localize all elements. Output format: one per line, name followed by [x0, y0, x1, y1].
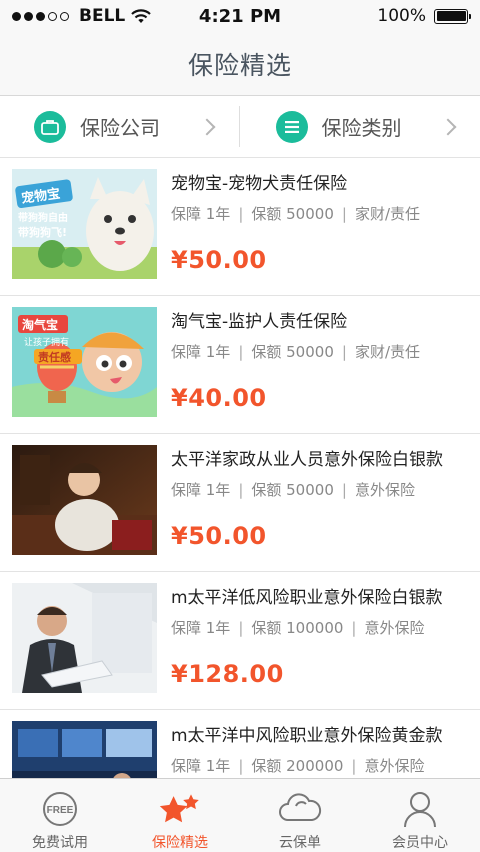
filter-bar: 保险公司 保险类别: [0, 96, 480, 158]
product-coverage: 保额 200000: [251, 757, 344, 775]
product-image-control-room: [12, 721, 157, 778]
product-meta: 保障 1年 | 保额 200000 | 意外保险: [171, 757, 425, 775]
product-image-pet-dog: 宠物宝 带狗狗自由 带狗狗飞!: [12, 169, 157, 279]
product-image-office-worker: [12, 583, 157, 693]
list-icon: [275, 110, 308, 143]
chevron-right-icon: [198, 118, 215, 135]
product-item[interactable]: m太平洋低风险职业意外保险白银款 保障 1年 | 保额 100000 | 意外保险 ¥1…: [0, 572, 480, 710]
image-caption: 让孩子拥有: [24, 336, 69, 348]
stars-icon: [158, 789, 202, 828]
product-price: ¥40.00: [171, 384, 267, 412]
product-category: 意外保险: [364, 757, 425, 775]
page-title: 保险精选: [187, 50, 292, 80]
status-right: 100%: [377, 6, 471, 26]
filter-insurance-company[interactable]: 保险公司: [0, 96, 239, 157]
product-meta: 保障 1年 | 保额 50000 | 家财/责任: [171, 205, 420, 223]
free-badge-text: FREE: [47, 805, 74, 816]
person-icon: [398, 789, 442, 828]
product-term: 保障 1年: [171, 619, 231, 637]
tab-label: 免费试用: [32, 835, 88, 851]
product-image-housekeeper: [12, 445, 157, 555]
product-price: ¥50.00: [171, 246, 267, 274]
product-price: ¥128.00: [171, 660, 284, 688]
nav-bar: 保险精选: [0, 32, 480, 96]
image-caption: 责任感: [38, 350, 71, 364]
battery-icon: [434, 8, 471, 24]
product-coverage: 保额 50000: [251, 481, 334, 499]
free-badge-icon: FREE: [38, 789, 82, 828]
cloud-icon: [278, 789, 322, 828]
signal-dots-icon: [12, 11, 69, 21]
status-bar: BELL 4:21 PM 100%: [0, 0, 480, 32]
filter-label: 保险公司: [80, 116, 160, 140]
product-coverage: 保额 50000: [251, 205, 334, 223]
tab-label: 保险精选: [152, 835, 208, 851]
product-term: 保障 1年: [171, 343, 231, 361]
product-item[interactable]: 宠物宝 带狗狗自由 带狗狗飞! 宠物宝-宠物犬责任保险 保障 1年 | 保额 500…: [0, 158, 480, 296]
product-image-kid-balloon: 淘气宝 让孩子拥有 责任感: [12, 307, 157, 417]
tab-bar: FREE 免费试用 保险精选 云保单 会员中心: [0, 778, 480, 852]
tab-free-trial[interactable]: FREE 免费试用: [0, 779, 120, 852]
product-category: 意外保险: [364, 619, 425, 637]
product-term: 保障 1年: [171, 481, 231, 499]
product-meta: 保障 1年 | 保额 100000 | 意外保险: [171, 619, 425, 637]
product-title: m太平洋中风险职业意外保险黄金款: [171, 726, 443, 746]
status-left: BELL: [12, 6, 377, 26]
battery-percent: 100%: [377, 6, 426, 26]
tab-member-center[interactable]: 会员中心: [360, 779, 480, 852]
product-info: 太平洋家政从业人员意外保险白银款 保障 1年 | 保额 50000 | 意外保险 ¥50…: [171, 444, 468, 571]
product-info: 淘气宝-监护人责任保险 保障 1年 | 保额 50000 | 家财/责任 ¥40.00: [171, 306, 468, 433]
product-title: m太平洋低风险职业意外保险白银款: [171, 588, 443, 608]
product-term: 保障 1年: [171, 757, 231, 775]
product-meta: 保障 1年 | 保额 50000 | 家财/责任: [171, 343, 420, 361]
tab-featured-insurance[interactable]: 保险精选: [120, 779, 240, 852]
product-term: 保障 1年: [171, 205, 231, 223]
filter-insurance-category[interactable]: 保险类别: [238, 106, 480, 147]
image-caption: 带狗狗飞!: [18, 225, 67, 239]
product-info: m太平洋中风险职业意外保险黄金款 保障 1年 | 保额 200000 | 意外保险: [171, 720, 468, 778]
product-category: 家财/责任: [354, 205, 420, 223]
wifi-icon: [131, 8, 152, 23]
product-item[interactable]: 淘气宝 让孩子拥有 责任感 淘气宝-监护人责任保险 保障 1年 | 保额 50000…: [0, 296, 480, 434]
carrier-name: BELL: [79, 6, 126, 26]
tab-label: 云保单: [279, 835, 321, 851]
product-category: 家财/责任: [354, 343, 420, 361]
product-category: 意外保险: [354, 481, 415, 499]
product-coverage: 保额 50000: [251, 343, 334, 361]
product-coverage: 保额 100000: [251, 619, 344, 637]
product-title: 淘气宝-监护人责任保险: [171, 312, 348, 332]
tab-cloud-policy[interactable]: 云保单: [240, 779, 360, 852]
product-item[interactable]: m太平洋中风险职业意外保险黄金款 保障 1年 | 保额 200000 | 意外保险: [0, 710, 480, 778]
briefcase-icon: [34, 110, 66, 143]
product-title: 宠物宝-宠物犬责任保险: [171, 174, 348, 194]
product-item[interactable]: 太平洋家政从业人员意外保险白银款 保障 1年 | 保额 50000 | 意外保险 ¥50…: [0, 434, 480, 572]
image-caption: 淘气宝: [22, 317, 58, 332]
product-meta: 保障 1年 | 保额 50000 | 意外保险: [171, 481, 415, 499]
product-title: 太平洋家政从业人员意外保险白银款: [171, 450, 443, 470]
image-caption: 带狗狗自由: [18, 211, 68, 224]
product-info: m太平洋低风险职业意外保险白银款 保障 1年 | 保额 100000 | 意外保险 ¥1…: [171, 582, 468, 709]
tab-label: 会员中心: [392, 835, 448, 851]
chevron-right-icon: [439, 118, 457, 135]
product-list[interactable]: 宠物宝 带狗狗自由 带狗狗飞! 宠物宝-宠物犬责任保险 保障 1年 | 保额 500…: [0, 158, 480, 778]
product-price: ¥50.00: [171, 522, 267, 550]
filter-label: 保险类别: [321, 116, 402, 140]
product-info: 宠物宝-宠物犬责任保险 保障 1年 | 保额 50000 | 家财/责任 ¥50.00: [171, 168, 468, 295]
